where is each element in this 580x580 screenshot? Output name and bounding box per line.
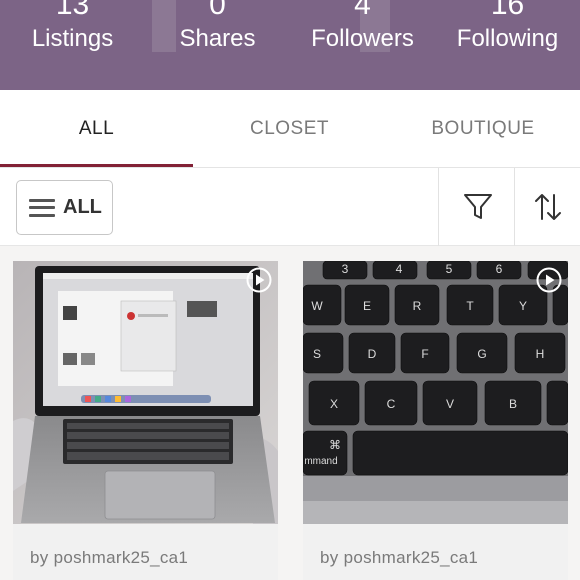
svg-text:H: H (536, 347, 545, 361)
svg-text:5: 5 (446, 262, 453, 276)
svg-text:R: R (413, 299, 422, 313)
stat-followers-value: 4 (354, 0, 371, 21)
sort-button[interactable] (516, 168, 580, 246)
listing-seller-byline[interactable]: by poshmark25_ca1 (303, 524, 568, 580)
svg-text:⌘: ⌘ (329, 438, 341, 452)
svg-text:V: V (446, 397, 454, 411)
play-icon (246, 267, 272, 293)
stat-followers[interactable]: 4 Followers (290, 0, 435, 52)
svg-text:C: C (387, 397, 396, 411)
svg-text:6: 6 (496, 262, 503, 276)
svg-text:Y: Y (519, 299, 527, 313)
tab-closet[interactable]: CLOSET (193, 90, 386, 168)
stat-following[interactable]: 16 Following (435, 0, 580, 52)
stat-listings-label: Listings (31, 25, 114, 52)
play-icon (536, 267, 562, 293)
svg-text:3: 3 (342, 262, 349, 276)
listing-photo-laptop[interactable] (13, 261, 278, 524)
funnel-icon (464, 194, 492, 219)
svg-text:D: D (368, 347, 377, 361)
active-tab-indicator (0, 164, 193, 167)
profile-stats-banner: 13 Listings 0 Shares 4 Followers 16 Foll… (0, 0, 580, 90)
svg-text:X: X (330, 397, 338, 411)
tab-all-label: ALL (78, 118, 115, 139)
stat-shares[interactable]: 0 Shares (145, 0, 290, 52)
svg-text:B: B (509, 397, 517, 411)
tab-all[interactable]: ALL (0, 90, 193, 168)
menu-icon (29, 198, 55, 217)
divider (514, 168, 515, 246)
svg-text:S: S (313, 347, 321, 361)
stat-shares-label: Shares (179, 25, 256, 52)
svg-text:F: F (421, 347, 428, 361)
svg-text:T: T (466, 299, 474, 313)
svg-text:W: W (311, 299, 323, 313)
svg-text:E: E (363, 299, 371, 313)
category-all-button[interactable]: ALL (16, 180, 113, 235)
svg-text:mmand: mmand (304, 456, 337, 467)
stat-listings[interactable]: 13 Listings (0, 0, 145, 52)
stat-listings-value: 13 (55, 0, 90, 21)
listing-card[interactable]: 3 4 5 6 W E R T Y S D F G H X C V B ⌘ mm… (303, 261, 568, 580)
category-all-label: ALL (63, 196, 102, 218)
svg-text:4: 4 (396, 262, 403, 276)
tab-closet-label: CLOSET (249, 118, 330, 139)
tab-boutique-label: BOUTIQUE (431, 118, 535, 139)
svg-text:G: G (477, 347, 486, 361)
stat-following-label: Following (456, 25, 559, 52)
closet-tabs: ALL CLOSET BOUTIQUE (0, 90, 580, 168)
filter-button[interactable] (446, 168, 510, 246)
sort-arrows-icon (535, 194, 561, 220)
listing-grid: by poshmark25_ca1 3 4 5 6 W E R T Y S D … (0, 246, 580, 580)
listing-card[interactable]: by poshmark25_ca1 (13, 261, 278, 580)
listing-seller-byline[interactable]: by poshmark25_ca1 (13, 524, 278, 580)
stat-followers-label: Followers (311, 25, 414, 52)
tab-boutique[interactable]: BOUTIQUE (386, 90, 580, 168)
stat-shares-value: 0 (209, 0, 226, 21)
stat-following-value: 16 (490, 0, 525, 21)
filter-bar: ALL (0, 168, 580, 246)
listing-photo-keyboard[interactable]: 3 4 5 6 W E R T Y S D F G H X C V B ⌘ mm… (303, 261, 568, 524)
divider (438, 168, 439, 246)
